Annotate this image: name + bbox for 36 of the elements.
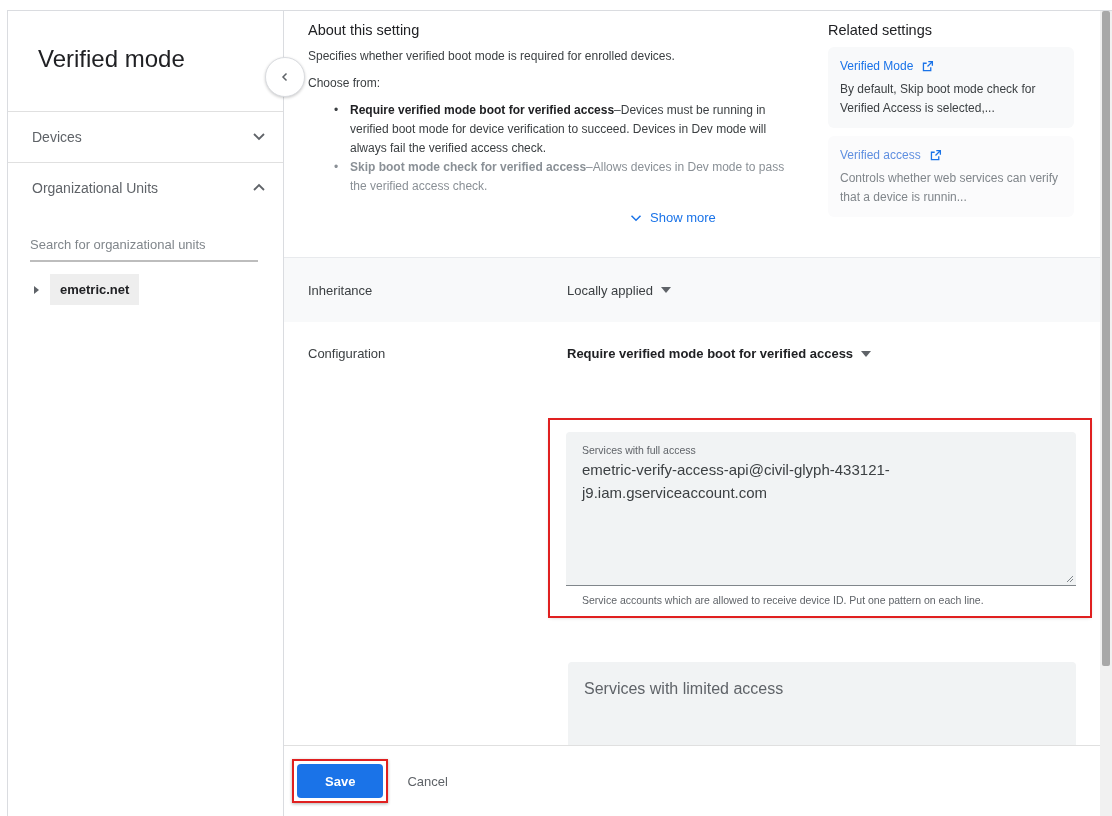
resize-handle-icon[interactable] xyxy=(1066,575,1074,583)
section-heading: Related settings xyxy=(828,21,933,39)
setting-label: Inheritance xyxy=(308,282,374,298)
section-header[interactable]: Devices xyxy=(8,112,283,163)
dropdown-arrow-icon xyxy=(661,287,671,293)
option-description: Skip boot mode check for verified access–Allows devices in Dev mode to pass the verified access check. xyxy=(350,159,786,195)
field-label: Services with full access xyxy=(582,444,697,456)
related-setting-link[interactable]: Verified Mode xyxy=(840,57,935,76)
description-text: Specifies whether verified boot mode is required for enrolled devices. xyxy=(308,48,676,65)
section-header[interactable]: Organizational Units xyxy=(8,163,283,213)
description-text: Choose from: xyxy=(308,75,382,92)
card-description: Controls whether web services can verify that a device is runnin... xyxy=(840,170,1060,206)
bullet: • xyxy=(334,159,340,176)
org-unit-item[interactable]: emetric.net xyxy=(50,274,140,305)
option-description: Require verified mode boot for verified access–Devices must be running in verified boot mode for device verification to succeed. Devices in Dev mode will always fail the verified access check. xyxy=(350,102,768,157)
text-area-field[interactable]: Services with full access emetric-verify-access-api@civil-glyph-433121-j9.iam.gserviceaccount.com xyxy=(566,432,1076,586)
save-button[interactable]: Save xyxy=(297,764,384,798)
setting-dropdown[interactable]: Require verified mode boot for verified access xyxy=(567,346,872,361)
bullet: • xyxy=(334,102,340,119)
setting-dropdown[interactable]: Locally applied xyxy=(567,282,671,298)
field-value: emetric-verify-access-api@civil-glyph-433121-j9.iam.gserviceaccount.com xyxy=(582,460,891,503)
chevron-left-icon xyxy=(280,72,290,82)
scrollbar[interactable] xyxy=(1100,11,1112,816)
related-setting-link[interactable]: Verified access xyxy=(840,146,942,165)
section-label: Organizational Units xyxy=(32,180,159,196)
external-link-icon xyxy=(921,60,935,73)
section-label: Devices xyxy=(32,129,82,145)
helper-text: Service accounts which are allowed to receive device ID. Put one pattern on each line. xyxy=(581,593,985,608)
card-description: By default, Skip boot mode check for Verified Access is selected,... xyxy=(840,81,1037,117)
dropdown-arrow-icon xyxy=(861,350,872,357)
expand-arrow-icon[interactable] xyxy=(32,285,40,294)
text-area-field[interactable]: Services with limited access xyxy=(568,662,1076,745)
section-heading: About this setting xyxy=(308,21,421,39)
cancel-button[interactable]: Cancel xyxy=(403,764,452,798)
external-link-icon xyxy=(928,149,942,162)
setting-label: Configuration xyxy=(308,346,387,363)
